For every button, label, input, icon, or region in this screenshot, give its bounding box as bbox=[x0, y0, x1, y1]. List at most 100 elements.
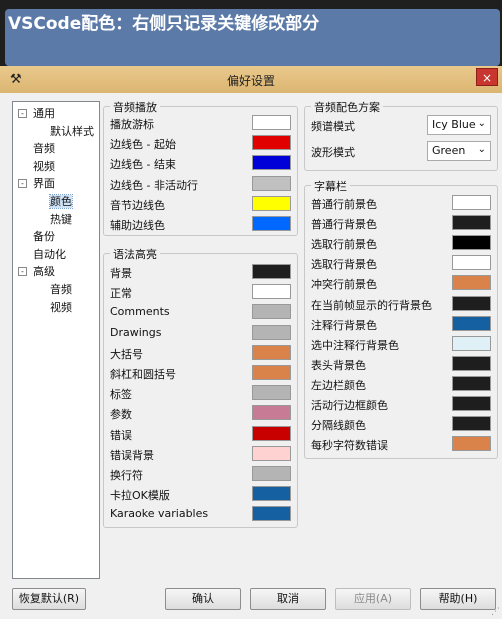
color-swatch[interactable] bbox=[452, 295, 491, 311]
setting-label: 选取行前景色 bbox=[311, 238, 377, 252]
tree-item-7[interactable]: 备份 bbox=[13, 228, 99, 246]
color-swatch[interactable] bbox=[252, 155, 291, 171]
tree-item-label: 颜色 bbox=[49, 193, 73, 209]
setting-label: 选取行背景色 bbox=[311, 258, 377, 272]
setting-label: 边线色 - 起始 bbox=[110, 138, 176, 152]
setting-label: 普通行前景色 bbox=[311, 198, 377, 211]
color-swatch[interactable] bbox=[252, 135, 291, 151]
settings-tree[interactable]: - 通用 默认样式 音频 视频 - 界面 颜色 热键 备份 自动化 - 高级 音频 视频 bbox=[12, 101, 100, 579]
setting-label: 标签 bbox=[110, 388, 132, 402]
color-swatch[interactable] bbox=[252, 304, 291, 320]
tree-item-1[interactable]: 默认样式 bbox=[13, 123, 99, 141]
color-swatch[interactable] bbox=[452, 215, 491, 231]
color-swatch[interactable] bbox=[452, 375, 491, 391]
color-swatch[interactable] bbox=[252, 425, 291, 441]
color-swatch[interactable] bbox=[452, 355, 491, 371]
color-swatch[interactable] bbox=[452, 315, 491, 331]
scheme-select[interactable]: Icy Blue ⌄ bbox=[427, 115, 491, 135]
cancel-button[interactable]: 取消 bbox=[250, 588, 326, 610]
color-swatch[interactable] bbox=[452, 436, 491, 452]
tree-item-5[interactable]: 颜色 bbox=[13, 193, 99, 211]
color-swatch[interactable] bbox=[252, 405, 291, 421]
setting-label: 频谱模式 bbox=[311, 120, 355, 133]
syntax-row: 换行符 bbox=[110, 464, 291, 484]
subtitles-row: 普通行前景色 bbox=[311, 193, 491, 213]
resize-grip-icon[interactable]: ⋰ bbox=[491, 607, 500, 617]
color-swatch[interactable] bbox=[252, 466, 291, 481]
setting-label: 播放游标 bbox=[110, 118, 154, 131]
tree-item-0[interactable]: - 通用 bbox=[13, 105, 99, 123]
subtitle-grid-group: 字幕栏 普通行前景色 普通行背景色 选取行前景色 选取行背景色 冲突行前景色 在当前帧显示… bbox=[304, 178, 498, 459]
syntax-row: Comments bbox=[110, 302, 291, 322]
scheme-select[interactable]: Green ⌄ bbox=[427, 141, 491, 161]
color-swatch[interactable] bbox=[452, 275, 491, 291]
tree-item-3[interactable]: 视频 bbox=[13, 158, 99, 176]
subtitles-row: 选取行背景色 bbox=[311, 253, 491, 273]
group-title: 音频配色方案 bbox=[311, 99, 383, 115]
tree-item-2[interactable]: 音频 bbox=[13, 140, 99, 158]
color-swatch[interactable] bbox=[252, 264, 291, 279]
collapse-icon[interactable]: - bbox=[18, 179, 27, 189]
audio_scheme-row: 波形模式 Green ⌄ bbox=[311, 141, 491, 161]
collapse-icon[interactable]: - bbox=[18, 109, 27, 118]
syntax-row: Karaoke variables bbox=[110, 504, 291, 524]
syntax-row: 错误 bbox=[110, 424, 291, 444]
audio_playback-row: 音节边线色 bbox=[110, 194, 291, 214]
chevron-down-icon: ⌄ bbox=[477, 144, 486, 155]
color-swatch[interactable] bbox=[252, 216, 291, 231]
setting-label: 音节边线色 bbox=[110, 198, 165, 212]
setting-label: 每秒字符数错误 bbox=[311, 439, 388, 453]
color-swatch[interactable] bbox=[252, 344, 291, 360]
color-swatch[interactable] bbox=[252, 385, 291, 401]
tree-item-label: 视频 bbox=[33, 159, 55, 173]
color-swatch[interactable] bbox=[452, 255, 491, 271]
syntax-row: 标签 bbox=[110, 383, 291, 403]
tree-item-6[interactable]: 热键 bbox=[13, 211, 99, 229]
tree-item-11[interactable]: 视频 bbox=[13, 299, 99, 317]
color-swatch[interactable] bbox=[252, 115, 291, 130]
color-swatch[interactable] bbox=[252, 175, 291, 191]
subtitles-row: 表头背景色 bbox=[311, 354, 491, 374]
color-swatch[interactable] bbox=[452, 235, 491, 251]
audio_playback-row: 边线色 - 结束 bbox=[110, 153, 291, 173]
help-button[interactable]: 帮助(H) bbox=[420, 588, 496, 610]
collapse-icon[interactable]: - bbox=[18, 267, 27, 277]
setting-label: 正常 bbox=[110, 287, 132, 301]
subtitles-row: 每秒字符数错误 bbox=[311, 434, 491, 454]
setting-label: 冲突行前景色 bbox=[311, 278, 377, 292]
color-swatch[interactable] bbox=[452, 195, 491, 210]
subtitles-row: 左边栏颜色 bbox=[311, 374, 491, 394]
subtitles-row: 注释行背景色 bbox=[311, 314, 491, 334]
setting-label: 斜杠和圆括号 bbox=[110, 368, 176, 381]
audio-scheme-group: 音频配色方案 频谱模式 Icy Blue ⌄ 波形模式 Green ⌄ bbox=[304, 99, 498, 171]
color-swatch[interactable] bbox=[452, 396, 491, 411]
restore-defaults-button[interactable]: 恢复默认(R) bbox=[12, 588, 86, 610]
subtitles-row: 活动行边框颜色 bbox=[311, 394, 491, 414]
color-swatch[interactable] bbox=[452, 416, 491, 432]
color-swatch[interactable] bbox=[252, 486, 291, 502]
tree-item-9[interactable]: - 高级 bbox=[13, 263, 99, 281]
color-swatch[interactable] bbox=[252, 324, 291, 340]
tutorial-banner: VSCode配色：右侧只记录关键修改部分 bbox=[0, 0, 502, 66]
color-swatch[interactable] bbox=[252, 195, 291, 211]
tree-item-10[interactable]: 音频 bbox=[13, 281, 99, 299]
color-swatch[interactable] bbox=[252, 365, 291, 380]
color-swatch[interactable] bbox=[252, 506, 291, 522]
audio_playback-row: 边线色 - 起始 bbox=[110, 133, 291, 153]
close-button[interactable]: × bbox=[476, 68, 498, 86]
tree-item-4[interactable]: - 界面 bbox=[13, 175, 99, 193]
color-swatch[interactable] bbox=[252, 445, 291, 461]
tree-item-8[interactable]: 自动化 bbox=[13, 246, 99, 264]
color-swatch[interactable] bbox=[252, 284, 291, 300]
apply-button[interactable]: 应用(A) bbox=[335, 588, 411, 610]
audio-playback-group: 音频播放 播放游标 边线色 - 起始 边线色 - 结束 边线色 - 非活动行 音节边线色… bbox=[103, 99, 298, 236]
tree-item-label: 默认样式 bbox=[50, 124, 94, 138]
color-swatch[interactable] bbox=[452, 335, 491, 351]
tree-item-label: 通用 bbox=[33, 107, 55, 120]
syntax-row: 斜杠和圆括号 bbox=[110, 363, 291, 383]
tree-item-label: 界面 bbox=[33, 177, 55, 191]
tree-item-label: 自动化 bbox=[33, 247, 66, 261]
subtitles-row: 普通行背景色 bbox=[311, 213, 491, 233]
ok-button[interactable]: 确认 bbox=[165, 588, 241, 610]
setting-label: 辅助边线色 bbox=[110, 219, 165, 232]
